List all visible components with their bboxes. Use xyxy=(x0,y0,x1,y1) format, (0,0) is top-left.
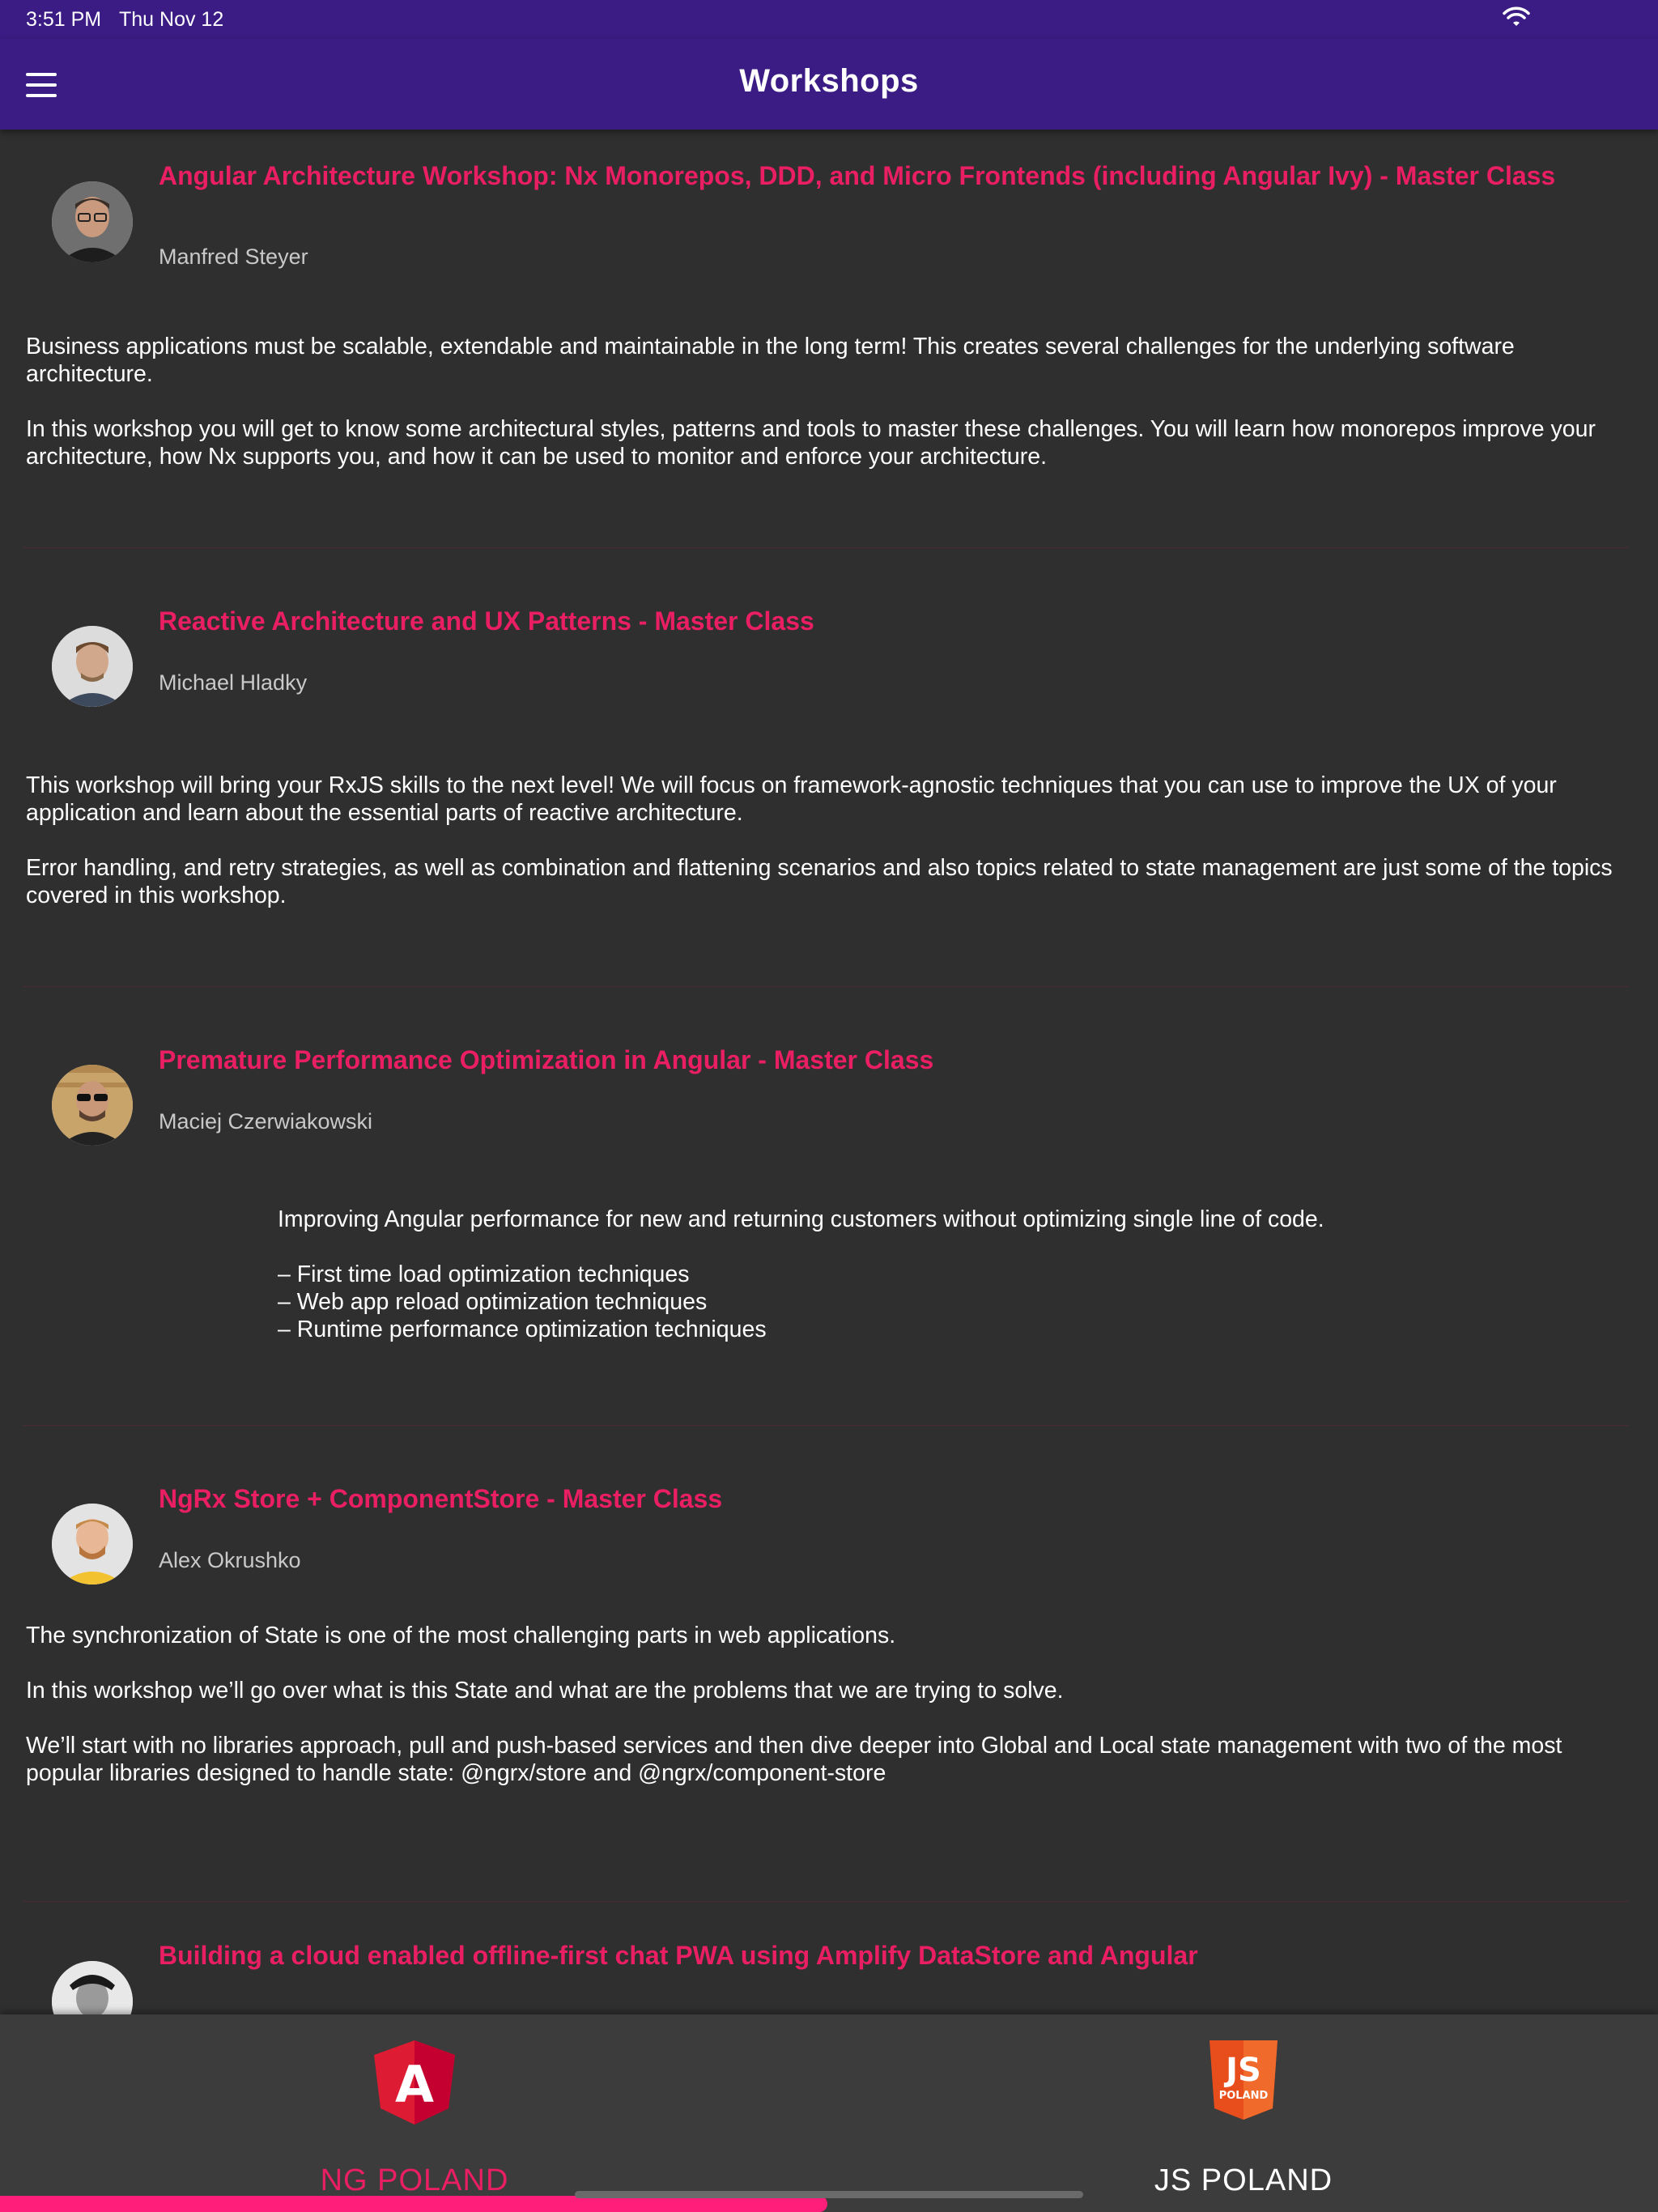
workshop-description: Business applications must be scalable, … xyxy=(26,333,1637,498)
status-date: Thu Nov 12 xyxy=(119,8,224,31)
avatar xyxy=(52,1961,133,2014)
js-logo-text: JS xyxy=(1223,2052,1261,2089)
description-paragraph: Improving Angular performance for new an… xyxy=(278,1206,1324,1232)
divider xyxy=(23,547,1629,548)
angular-logo-icon: A xyxy=(374,2040,455,2125)
workshop-speaker: Alex Okrushko xyxy=(159,1548,301,1572)
workshop-description: The synchronization of State is one of t… xyxy=(26,1622,1637,1814)
description-paragraph: In this workshop we’ll go over what is t… xyxy=(26,1678,1064,1704)
divider xyxy=(23,1425,1629,1426)
js-poland-logo-icon: JS POLAND xyxy=(1209,2040,1278,2120)
workshop-description: Improving Angular performance for new an… xyxy=(278,1206,1613,1343)
workshop-title[interactable]: NgRx Store + ComponentStore - Master Cla… xyxy=(159,1483,1584,1514)
description-paragraph: This workshop will bring your RxJS skill… xyxy=(26,772,1557,826)
description-bullet: – Web app reload optimization techniques xyxy=(278,1289,708,1315)
app-bar: Workshops xyxy=(0,39,1658,130)
wifi-icon xyxy=(1503,6,1530,26)
workshop-title[interactable]: Angular Architecture Workshop: Nx Monore… xyxy=(159,160,1584,191)
avatar xyxy=(52,1065,133,1146)
status-bar: 3:51 PM Thu Nov 12 xyxy=(0,0,1658,39)
workshop-title[interactable]: Reactive Architecture and UX Patterns - … xyxy=(159,606,1584,636)
avatar xyxy=(52,1504,133,1585)
avatar xyxy=(52,181,133,262)
angular-logo-letter: A xyxy=(395,2055,434,2114)
tab-js-poland[interactable]: JS POLAND JS POLAND xyxy=(829,2014,1658,2212)
description-paragraph: Error handling, and retry strategies, as… xyxy=(26,855,1613,908)
description-bullet: – Runtime performance optimization techn… xyxy=(278,1317,767,1342)
description-paragraph: The synchronization of State is one of t… xyxy=(26,1623,896,1648)
description-paragraph: Business applications must be scalable, … xyxy=(26,334,1515,387)
description-bullet: – First time load optimization technique… xyxy=(278,1261,690,1287)
workshop-list[interactable]: Angular Architecture Workshop: Nx Monore… xyxy=(0,130,1658,2014)
status-time: 3:51 PM xyxy=(26,8,102,31)
js-logo-subtext: POLAND xyxy=(1219,2090,1269,2102)
workshop-speaker: Maciej Czerwiakowski xyxy=(159,1109,373,1134)
divider xyxy=(23,986,1629,987)
tab-ng-poland[interactable]: A NG POLAND xyxy=(0,2014,829,2212)
home-indicator[interactable] xyxy=(575,2191,1083,2198)
description-paragraph: We’ll start with no libraries approach, … xyxy=(26,1733,1562,1786)
workshop-speaker: Michael Hladky xyxy=(159,670,308,695)
workshop-speaker: Manfred Steyer xyxy=(159,245,308,269)
progress-bar xyxy=(0,2196,827,2212)
workshop-title[interactable]: Building a cloud enabled offline-first c… xyxy=(159,1940,1584,1971)
divider xyxy=(23,1901,1629,1902)
description-paragraph: In this workshop you will get to know so… xyxy=(26,416,1596,470)
page-title: Workshops xyxy=(739,63,919,99)
bottom-navigation: A NG POLAND JS POLAND JS POLAND xyxy=(0,2014,1658,2212)
avatar xyxy=(52,626,133,707)
workshop-description: This workshop will bring your RxJS skill… xyxy=(26,772,1637,937)
workshop-title[interactable]: Premature Performance Optimization in An… xyxy=(159,1044,1584,1075)
